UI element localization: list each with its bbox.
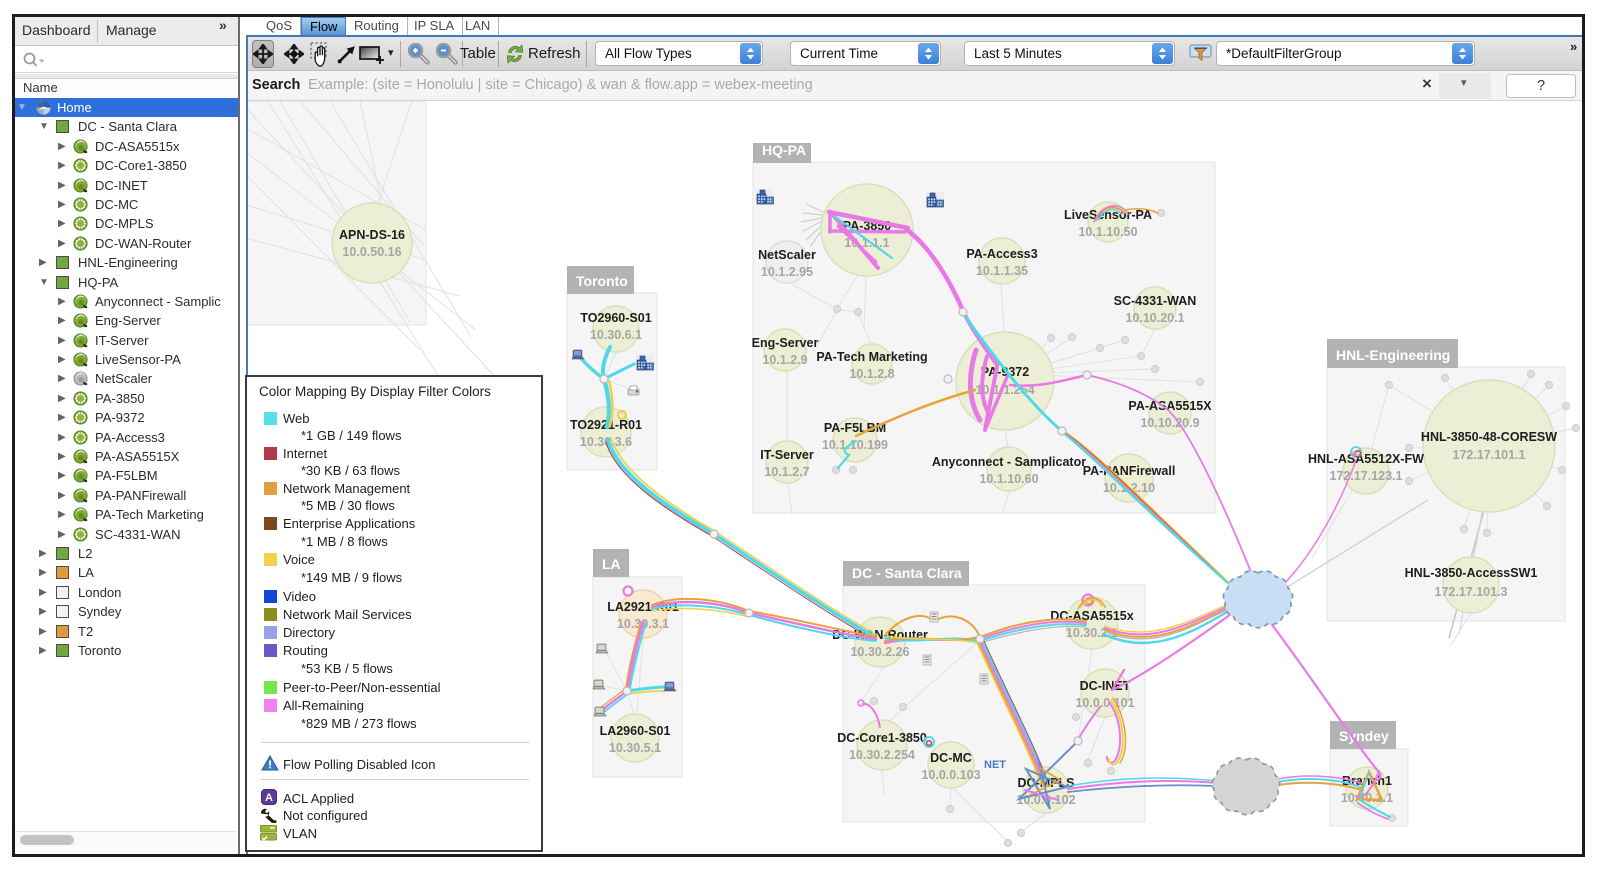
svg-text:Toronto: Toronto (576, 273, 628, 289)
svg-text:172.17.101.1: 172.17.101.1 (1453, 448, 1526, 462)
svg-text:10.30.5.1: 10.30.5.1 (609, 741, 661, 755)
svg-text:10.1.10.199: 10.1.10.199 (822, 438, 888, 452)
svg-text:HQ-PA: HQ-PA (762, 142, 806, 158)
svg-text:Eng-Server: Eng-Server (752, 336, 819, 350)
svg-text:LA: LA (602, 556, 621, 572)
svg-text:10.1.10.50: 10.1.10.50 (1078, 225, 1137, 239)
svg-text:Anyconnect - Samplicator: Anyconnect - Samplicator (932, 455, 1086, 469)
svg-text:PA-ASA5515X: PA-ASA5515X (1128, 399, 1212, 413)
svg-text:10.1.1.35: 10.1.1.35 (976, 264, 1028, 278)
svg-text:TO2960-S01: TO2960-S01 (580, 311, 651, 325)
svg-text:10.30.6.1: 10.30.6.1 (590, 328, 642, 342)
svg-text:HNL-3850-48-CORESW: HNL-3850-48-CORESW (1421, 430, 1557, 444)
svg-text:DC-MC: DC-MC (930, 751, 972, 765)
svg-text:10.1.2.8: 10.1.2.8 (849, 367, 894, 381)
svg-text:10.1.2.9: 10.1.2.9 (762, 353, 807, 367)
svg-text:PA-Tech Marketing: PA-Tech Marketing (816, 350, 927, 364)
svg-text:NetScaler: NetScaler (758, 248, 816, 262)
svg-text:HNL-ASA5512X-FW: HNL-ASA5512X-FW (1308, 452, 1424, 466)
svg-text:APN-DS-16: APN-DS-16 (339, 228, 405, 242)
svg-text:PA-F5LBM: PA-F5LBM (824, 421, 886, 435)
svg-text:PA-Access3: PA-Access3 (966, 247, 1037, 261)
svg-text:10.0.0.103: 10.0.0.103 (921, 768, 980, 782)
svg-text:10.0.0.101: 10.0.0.101 (1075, 696, 1134, 710)
svg-text:NET: NET (984, 759, 1006, 771)
svg-text:10.0.50.16: 10.0.50.16 (342, 245, 401, 259)
svg-text:172.17.123.1: 172.17.123.1 (1330, 469, 1403, 483)
svg-text:172.17.101.3: 172.17.101.3 (1435, 585, 1508, 599)
svg-text:10.1.2.7: 10.1.2.7 (764, 465, 809, 479)
svg-text:10.30.2.26: 10.30.2.26 (850, 645, 909, 659)
svg-text:IT-Server: IT-Server (760, 448, 814, 462)
svg-text:SC-4331-WAN: SC-4331-WAN (1114, 294, 1197, 308)
svg-text:PA-PANFirewall: PA-PANFirewall (1083, 464, 1176, 478)
svg-text:HNL-3850-AccessSW1: HNL-3850-AccessSW1 (1405, 566, 1538, 580)
svg-text:DC-Core1-3850: DC-Core1-3850 (837, 731, 927, 745)
svg-text:10.1.2.95: 10.1.2.95 (761, 265, 813, 279)
svg-text:LA2960-S01: LA2960-S01 (600, 724, 671, 738)
svg-text:10.30.2.254: 10.30.2.254 (849, 748, 915, 762)
svg-text:DC-INET: DC-INET (1080, 679, 1131, 693)
svg-text:A: A (265, 792, 273, 804)
svg-text:10.1.10.60: 10.1.10.60 (979, 472, 1038, 486)
svg-text:DC - Santa Clara: DC - Santa Clara (852, 565, 962, 581)
svg-text:10.10.20.1: 10.10.20.1 (1125, 311, 1184, 325)
svg-text:10.10.20.9: 10.10.20.9 (1140, 416, 1199, 430)
svg-text:HNL-Engineering: HNL-Engineering (1336, 347, 1450, 363)
